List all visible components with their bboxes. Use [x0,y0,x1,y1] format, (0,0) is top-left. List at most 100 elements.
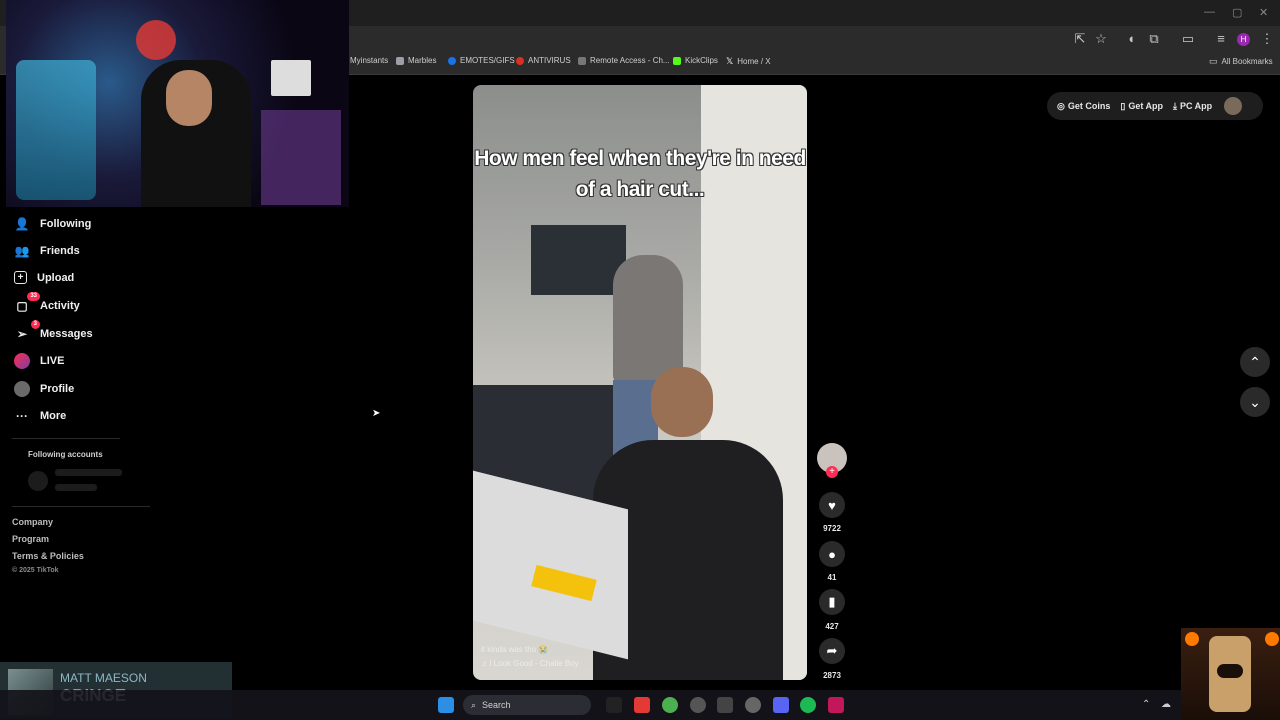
bookmark-item[interactable]: ANTIVIRUS [516,56,571,65]
sidebar-item-label: Activity [40,300,80,312]
sidebar-item-messages[interactable]: ➢ 3 Messages [14,320,93,342]
share-button[interactable]: ➦ [819,638,845,664]
friends-icon: 👥 [14,244,30,258]
all-bookmarks-label: All Bookmarks [1221,57,1273,66]
windows-start-icon[interactable] [438,697,454,713]
messages-badge: 3 [30,320,40,329]
coin-icon: ◎ [1057,100,1065,111]
share-count: 2873 [823,671,841,680]
heart-icon: ♥ [828,497,836,513]
install-app-icon[interactable]: ⇱ [1072,31,1088,47]
sidebar-item-label: Upload [37,271,75,284]
media-icon[interactable]: ◖ [1123,31,1139,46]
onedrive-icon[interactable]: ☁ [1161,699,1171,710]
chevron-up-icon: ⌃ [1249,353,1261,370]
terminal-icon[interactable] [606,697,622,713]
share-icon: ➦ [826,643,838,658]
previous-video-button[interactable]: ⌃ [1240,347,1270,377]
close-icon[interactable]: ✕ [1259,6,1268,19]
spotify-icon[interactable] [800,697,816,713]
get-app-label: Get App [1128,101,1163,111]
bookmark-item[interactable]: KickClips [673,56,718,65]
activity-badge: 33 [27,292,40,301]
minimize-icon[interactable]: — [1204,6,1215,18]
search-label: Search [482,700,511,710]
footer-company-link[interactable]: Company [12,517,53,527]
tray-chevron-up-icon[interactable]: ⌃ [1142,699,1150,710]
bookmark-label: KickClips [685,56,718,65]
webcam-overlay [6,0,349,207]
sidebar-item-live[interactable]: LIVE [14,353,64,369]
following-accounts-heading: Following accounts [28,450,103,459]
bookmark-label: Marbles [408,56,437,65]
tab-search-icon[interactable]: ▭ [1180,31,1196,47]
remote-icon [578,56,586,65]
search-icon: ⌕ [471,699,477,710]
chevron-down-icon: ⌄ [1249,393,1261,410]
bookmark-label: Myinstants [350,56,389,65]
footer-terms-link[interactable]: Terms & Policies [12,551,84,561]
bookmark-item[interactable]: 𝕏 Home / X [726,56,771,67]
now-playing-artist: MATT MAESON [60,671,147,685]
taskbar-search[interactable]: ⌕ Search [463,695,591,715]
sidebar-item-label: Following [40,218,92,230]
menu-icon[interactable]: ⋮ [1259,31,1275,47]
bookmark-item[interactable]: EMOTES/GIFS [448,56,515,65]
get-coins-button[interactable]: ◎ Get Coins [1057,101,1110,112]
sidebar-item-profile[interactable]: Profile [14,381,74,397]
next-video-button[interactable]: ⌄ [1240,387,1270,417]
comment-button[interactable]: ● [819,541,845,567]
stream-mascot-overlay [1181,628,1280,720]
get-app-button[interactable]: ▯ Get App [1120,101,1163,112]
app-icon[interactable] [717,697,733,713]
sidebar-item-label: Friends [40,245,80,257]
all-bookmarks[interactable]: ▭ All Bookmarks [1209,56,1273,67]
bookmark-label: Home / X [737,57,771,66]
chrome-icon[interactable] [662,697,678,713]
pc-app-button[interactable]: ⤓ PC App [1173,101,1212,112]
discord-icon[interactable] [773,697,789,713]
profile-avatar[interactable]: H [1237,33,1250,46]
obs-icon[interactable] [745,697,761,713]
sidebar-item-more[interactable]: ··· More [14,408,66,424]
bookmark-item[interactable]: Marbles [396,56,436,65]
save-button[interactable]: ▮ [819,589,845,615]
follow-plus-icon[interactable]: + [826,466,838,478]
pc-app-label: PC App [1179,101,1213,111]
save-count: 427 [825,622,839,631]
download-icon: ⤓ [1173,100,1177,111]
app-icon[interactable] [690,697,706,713]
live-icon [14,353,30,369]
bookmark-item[interactable]: Remote Access - Ch... [578,56,670,65]
opera-icon[interactable] [634,697,650,713]
sidebar-item-upload[interactable]: + Upload [14,271,74,284]
get-coins-label: Get Coins [1067,101,1111,111]
sidebar-item-friends[interactable]: 👥 Friends [14,243,80,259]
video-sound[interactable]: ♫ I Look Good - Chalie Boy [481,659,579,668]
upload-icon: + [14,271,27,284]
bookmark-star-icon[interactable]: ☆ [1093,31,1109,47]
mouse-cursor-icon: ➤ [372,408,381,419]
maximize-icon[interactable]: ▢ [1232,6,1242,19]
x-logo-icon: 𝕏 [726,56,734,66]
footer-program-link[interactable]: Program [12,534,49,544]
globe-icon [448,56,456,65]
user-avatar[interactable] [1224,97,1243,115]
profile-avatar-icon [14,381,30,397]
sidebar-item-activity[interactable]: ▢ 33 Activity [14,292,80,314]
video-player[interactable]: How men feel when they're in need of a h… [473,85,807,680]
like-count: 9722 [823,524,841,533]
sidebar-item-following[interactable]: 👤 Following [14,216,92,232]
sidepanel-icon[interactable]: ≡ [1213,31,1229,46]
account-skeleton-line [55,484,97,491]
video-caption: it kinda was tho 😭 [481,645,549,654]
comment-icon: ● [828,546,836,562]
app-icon[interactable] [828,697,844,713]
like-button[interactable]: ♥ [819,492,845,518]
apps-icon [396,56,404,65]
extensions-icon[interactable]: ⧉ [1146,31,1162,47]
account-skeleton-line [55,469,122,476]
bookmark-item[interactable]: Myinstants [350,56,388,65]
copyright: © 2025 TikTok [12,567,59,574]
folder-icon: ▭ [1209,56,1218,66]
